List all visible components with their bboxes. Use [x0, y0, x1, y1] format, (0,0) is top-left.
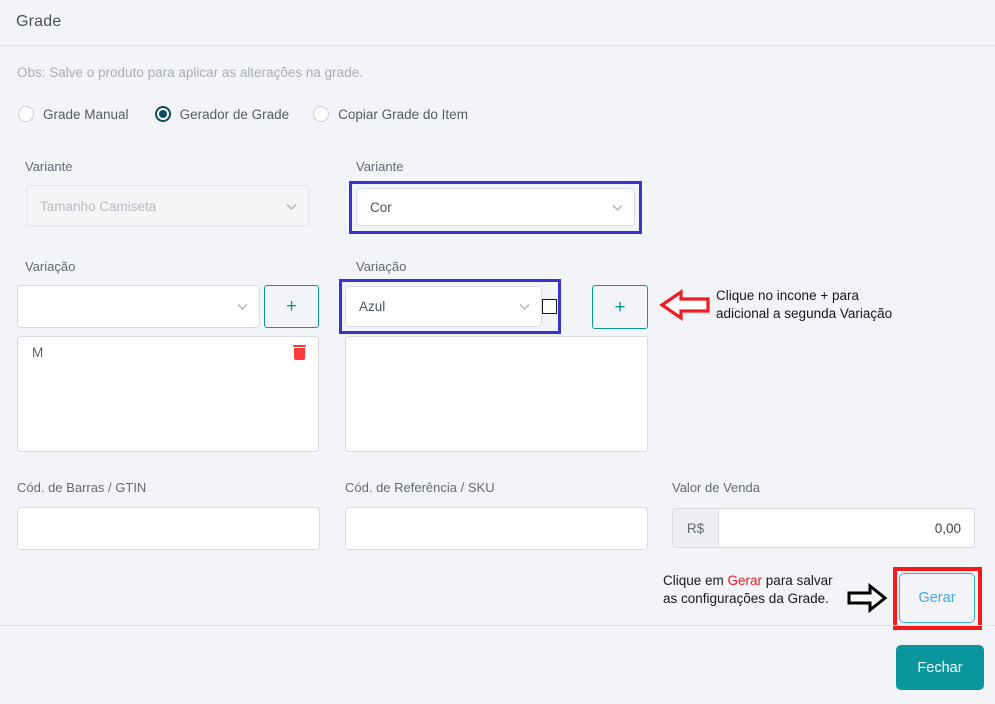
variante-left-value: Tamanho Camiseta: [40, 198, 157, 214]
radio-label: Copiar Grade do Item: [338, 106, 468, 122]
grade-modal: Grade Obs: Salve o produto para aplicar …: [0, 0, 995, 704]
annotation-plus-hint-line1: Clique no incone + para: [716, 288, 859, 303]
variacao-left-select[interactable]: [17, 285, 260, 328]
price-label: Valor de Venda: [672, 480, 760, 495]
barcode-label: Cód. de Barras / GTIN: [17, 480, 147, 495]
variacao-left-list: M: [17, 336, 319, 452]
page-title: Grade: [16, 13, 62, 30]
list-item[interactable]: M: [18, 337, 318, 367]
annotation-gerar-hint-line1: Clique em Gerar para salvar: [663, 572, 843, 590]
variacao-right-value: Azul: [359, 299, 386, 314]
barcode-input[interactable]: [17, 507, 320, 550]
annotation-plus-hint: Clique no incone + para adicional a segu…: [716, 287, 976, 323]
radio-copiar-grade-do-item[interactable]: Copiar Grade do Item: [313, 106, 468, 122]
annotation-gerar-suffix: para salvar: [762, 573, 833, 588]
add-variacao-right-button[interactable]: +: [592, 285, 648, 329]
variacao-right-label: Variação: [356, 259, 407, 274]
footer-divider: [0, 625, 995, 626]
chevron-down-icon: [274, 186, 308, 226]
gerar-button-label: Gerar: [918, 590, 956, 606]
modal-header: Grade: [0, 0, 995, 46]
variante-left-select[interactable]: Tamanho Camiseta: [26, 185, 309, 227]
radio-label: Gerador de Grade: [179, 106, 290, 122]
annotation-gerar-hint: Clique em Gerar para salvar as configura…: [663, 572, 843, 608]
variacao-right-checkbox[interactable]: [542, 299, 557, 314]
annotation-plus-hint-line2: adicional a segunda Variação: [716, 306, 893, 321]
annotation-gerar-word: Gerar: [727, 573, 763, 588]
variante-left-label: Variante: [25, 159, 73, 174]
obs-note: Obs: Salve o produto para aplicar as alt…: [17, 65, 363, 80]
annotation-gerar-hint-line2: as configurações da Grade.: [663, 591, 829, 606]
list-item-label: M: [32, 344, 44, 360]
variante-right-label: Variante: [356, 159, 404, 174]
variante-right-value: Cor: [370, 199, 392, 215]
chevron-down-icon: [225, 286, 259, 327]
plus-icon: +: [614, 296, 626, 318]
fechar-button[interactable]: Fechar: [896, 645, 984, 690]
variante-right-select[interactable]: Cor: [356, 188, 635, 226]
radio-gerador-de-grade[interactable]: Gerador de Grade: [154, 106, 290, 122]
trash-icon[interactable]: [293, 344, 306, 360]
radio-indicator[interactable]: [313, 106, 330, 122]
variacao-left-label: Variação: [25, 259, 76, 274]
sku-label: Cód. de Referência / SKU: [345, 480, 495, 495]
radio-label: Grade Manual: [43, 106, 129, 122]
radio-indicator[interactable]: [18, 106, 34, 122]
variacao-right-list: [345, 336, 648, 452]
plus-icon: +: [285, 296, 298, 317]
price-field[interactable]: R$ 0,00: [672, 508, 975, 548]
grade-mode-radio-group: Grade Manual Gerador de Grade Copiar Gra…: [18, 106, 494, 122]
variacao-right-select[interactable]: Azul: [345, 286, 542, 327]
radio-grade-manual[interactable]: Grade Manual: [18, 106, 129, 122]
arrow-left-red-icon: [659, 288, 711, 322]
add-variacao-left-button[interactable]: +: [264, 285, 319, 328]
chevron-down-icon: [507, 287, 541, 326]
annotation-gerar-prefix: Clique em: [663, 573, 728, 588]
chevron-down-icon: [600, 189, 634, 225]
arrow-right-black-icon: [846, 583, 888, 613]
currency-prefix: R$: [672, 508, 718, 548]
sku-input[interactable]: [345, 507, 648, 550]
gerar-button[interactable]: Gerar: [899, 573, 975, 623]
price-value[interactable]: 0,00: [718, 508, 975, 548]
radio-indicator-selected[interactable]: [154, 106, 171, 122]
